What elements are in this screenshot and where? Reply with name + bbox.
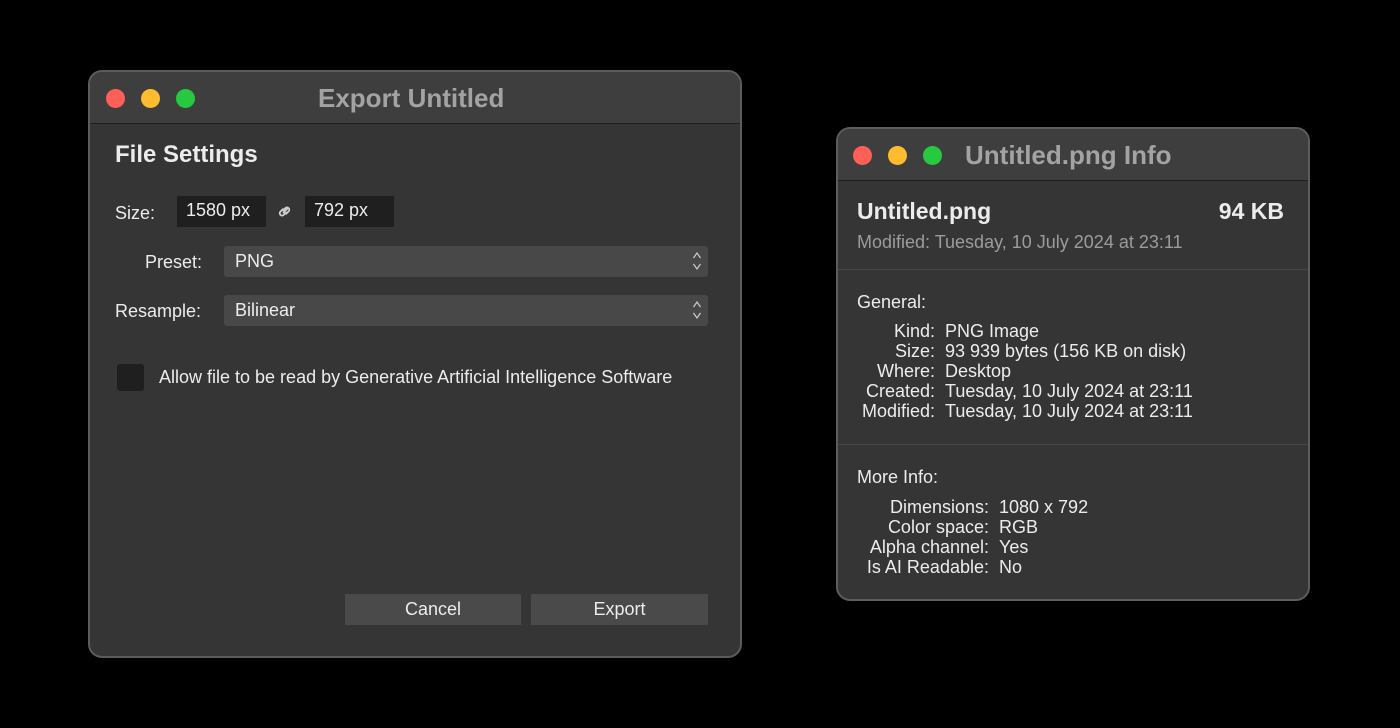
export-button[interactable]: Export (531, 594, 708, 625)
color-space-label: Color space: (887, 517, 989, 537)
alpha-channel-label: Alpha channel: (869, 537, 989, 557)
minimize-window-button[interactable] (141, 89, 160, 108)
alpha-channel-value: Yes (999, 537, 1029, 557)
allow-ai-checkbox-label[interactable]: Allow file to be read by Generative Arti… (159, 366, 672, 388)
size-value: 93 939 bytes (156 KB on disk) (945, 341, 1187, 361)
where-label: Where: (876, 361, 935, 381)
ai-readable-label: Is AI Readable: (866, 557, 989, 577)
created-label: Created: (865, 381, 935, 401)
size-label: Size: (894, 341, 935, 361)
general-section: Kind: PNG Image Size: 93 939 bytes (156 … (857, 321, 1277, 421)
export-dialog-titlebar[interactable]: Export Untitled (90, 72, 740, 124)
resample-label: Resample: (115, 301, 202, 321)
chevron-updown-icon (693, 251, 701, 271)
preset-select-value: PNG (235, 251, 275, 271)
modified-value: Tuesday, 10 July 2024 at 23:11 (945, 401, 1193, 421)
where-value: Desktop (945, 361, 1012, 381)
section-divider (838, 269, 1308, 270)
close-window-button[interactable] (106, 89, 125, 108)
close-window-button[interactable] (853, 146, 872, 165)
zoom-window-button[interactable] (923, 146, 942, 165)
resample-select-value: Bilinear (235, 300, 296, 320)
size-label: Size: (115, 203, 156, 223)
width-field[interactable]: 1580 px (177, 196, 266, 227)
file-size: 94 KB (1218, 198, 1284, 224)
general-heading: General: (857, 292, 927, 312)
export-dialog-window: Export Untitled File Settings Size: 1580… (88, 70, 742, 658)
color-space-value: RGB (999, 517, 1039, 537)
info-window-title: Untitled.png Info (965, 140, 1172, 170)
minimize-window-button[interactable] (888, 146, 907, 165)
dimensions-value: 1080 x 792 (999, 497, 1089, 517)
modified-subtitle: Modified: Tuesday, 10 July 2024 at 23:11 (857, 232, 1183, 252)
cancel-button[interactable]: Cancel (345, 594, 521, 625)
chevron-updown-icon (693, 300, 701, 320)
zoom-window-button[interactable] (176, 89, 195, 108)
more-info-heading: More Info: (857, 467, 939, 487)
resample-select[interactable]: Bilinear (224, 295, 708, 326)
allow-ai-checkbox[interactable] (117, 364, 144, 391)
created-value: Tuesday, 10 July 2024 at 23:11 (945, 381, 1193, 401)
height-field[interactable]: 792 px (305, 196, 394, 227)
file-info-window: Untitled.png Info Untitled.png 94 KB Mod… (836, 127, 1310, 601)
file-settings-heading: File Settings (115, 141, 258, 168)
link-icon[interactable] (276, 203, 293, 220)
export-dialog-title: Export Untitled (318, 83, 505, 113)
ai-readable-value: No (999, 557, 1023, 577)
kind-value: PNG Image (945, 321, 1040, 341)
dimensions-label: Dimensions: (889, 497, 989, 517)
preset-label: Preset: (145, 252, 203, 272)
section-divider (838, 444, 1308, 445)
kind-label: Kind: (893, 321, 935, 341)
info-window-titlebar[interactable]: Untitled.png Info (838, 129, 1308, 181)
modified-label: Modified: (861, 401, 935, 421)
file-name: Untitled.png (857, 198, 992, 224)
more-info-section: Dimensions: 1080 x 792 Color space: RGB … (857, 497, 1277, 577)
preset-select[interactable]: PNG (224, 246, 708, 277)
